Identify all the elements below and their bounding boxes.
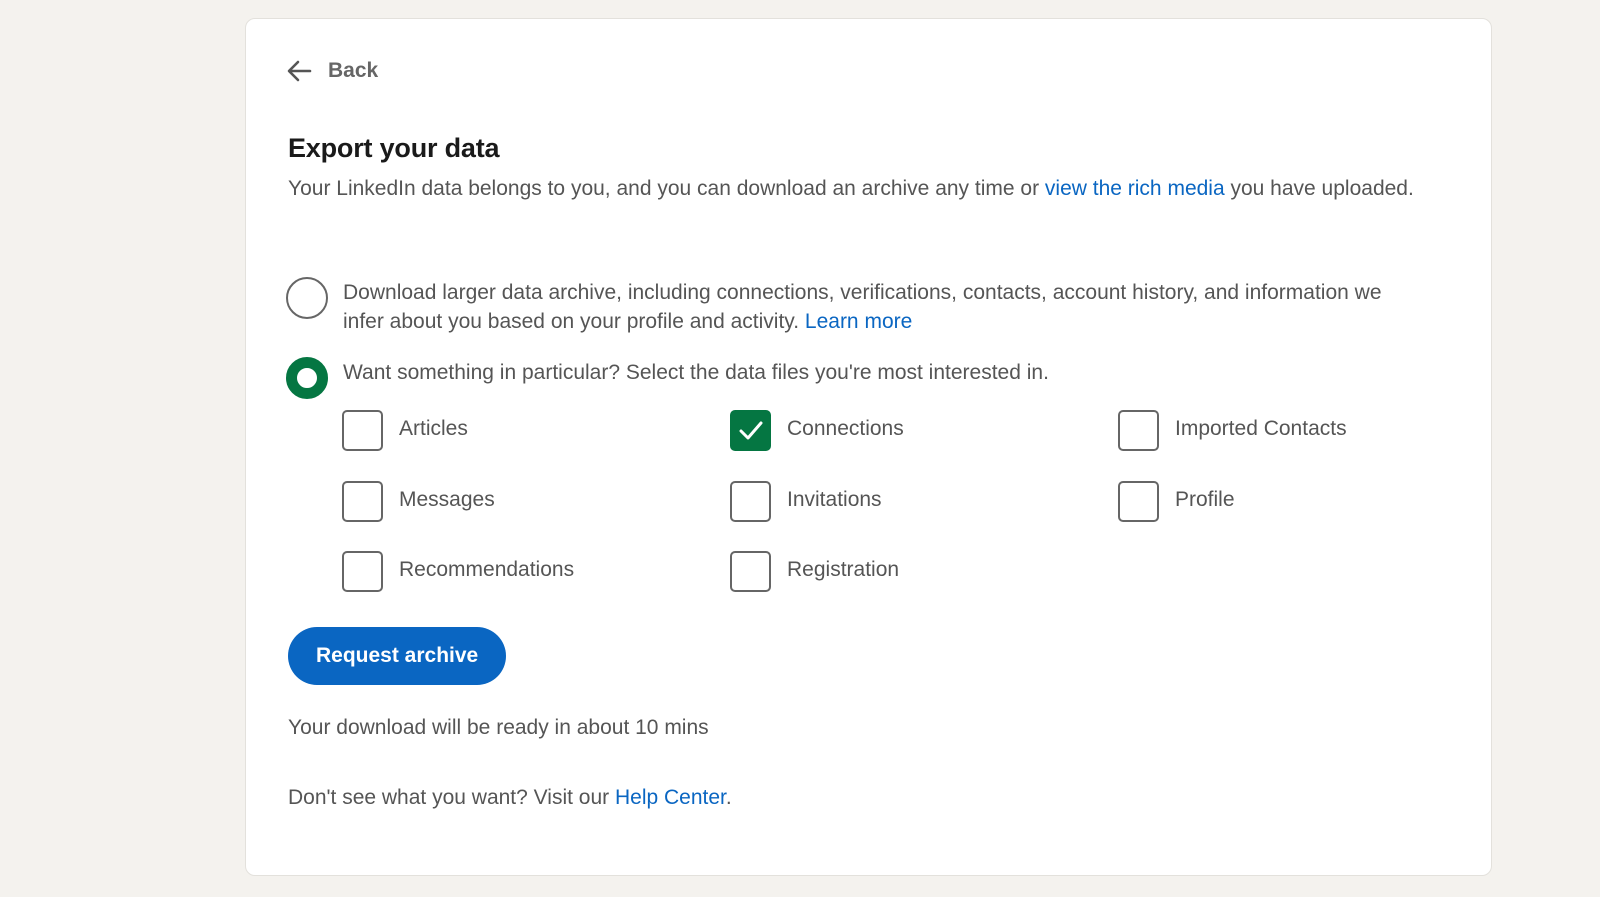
checkbox-item-registration[interactable]: Registration (730, 551, 899, 592)
imported-contacts-checkbox[interactable] (1118, 410, 1159, 451)
particular-files-label: Want something in particular? Select the… (343, 361, 1049, 384)
checkbox-label: Imported Contacts (1175, 416, 1347, 440)
help-center-link[interactable]: Help Center (615, 786, 726, 809)
checkbox-label: Profile (1175, 487, 1235, 511)
checkbox-label: Connections (787, 416, 904, 440)
back-link[interactable]: Back (286, 59, 378, 83)
view-rich-media-link[interactable]: view the rich media (1045, 177, 1225, 200)
checkbox-label: Messages (399, 487, 495, 511)
help-text-after: . (725, 786, 732, 809)
checkbox-label: Registration (787, 557, 900, 581)
checkbox-label: Invitations (787, 487, 882, 511)
larger-archive-radio[interactable] (286, 277, 328, 319)
profile-checkbox[interactable] (1118, 481, 1159, 522)
particular-files-option[interactable]: Want something in particular? Select the… (286, 357, 1383, 399)
messages-checkbox[interactable] (342, 481, 383, 522)
checkbox-item-articles[interactable]: Articles (342, 410, 468, 451)
arrow-left-icon (286, 59, 312, 83)
checkmark-icon (739, 421, 762, 439)
checkbox-item-recommendations[interactable]: Recommendations (342, 551, 574, 592)
recommendations-checkbox[interactable] (342, 551, 383, 592)
larger-archive-text: Download larger data archive, including … (343, 277, 1383, 336)
page-title: Export your data (288, 133, 500, 163)
checkbox-label: Articles (399, 416, 468, 440)
articles-checkbox[interactable] (342, 410, 383, 451)
learn-more-link[interactable]: Learn more (805, 310, 912, 333)
description-text-before: Your LinkedIn data belongs to you, and y… (288, 177, 1045, 200)
help-text: Don't see what you want? Visit our Help … (288, 786, 732, 810)
invitations-checkbox[interactable] (730, 481, 771, 522)
checkbox-item-profile[interactable]: Profile (1118, 481, 1235, 522)
download-ready-note: Your download will be ready in about 10 … (288, 716, 709, 739)
request-archive-button[interactable]: Request archive (288, 627, 507, 685)
help-text-before: Don't see what you want? Visit our (288, 786, 615, 809)
description-text-after: you have uploaded. (1224, 177, 1414, 200)
connections-checkbox[interactable] (730, 410, 771, 451)
back-label: Back (328, 59, 379, 82)
export-data-card: Back Export your data Your LinkedIn data… (245, 18, 1492, 876)
checkbox-label: Recommendations (399, 557, 575, 581)
registration-checkbox[interactable] (730, 551, 771, 592)
checkbox-item-imported-contacts[interactable]: Imported Contacts (1118, 410, 1347, 451)
checkbox-item-invitations[interactable]: Invitations (730, 481, 882, 522)
particular-files-radio[interactable] (286, 357, 328, 399)
checkbox-item-connections[interactable]: Connections (730, 410, 904, 451)
larger-archive-option[interactable]: Download larger data archive, including … (286, 277, 1383, 336)
page-description: Your LinkedIn data belongs to you, and y… (288, 174, 1448, 203)
checkbox-item-messages[interactable]: Messages (342, 481, 495, 522)
